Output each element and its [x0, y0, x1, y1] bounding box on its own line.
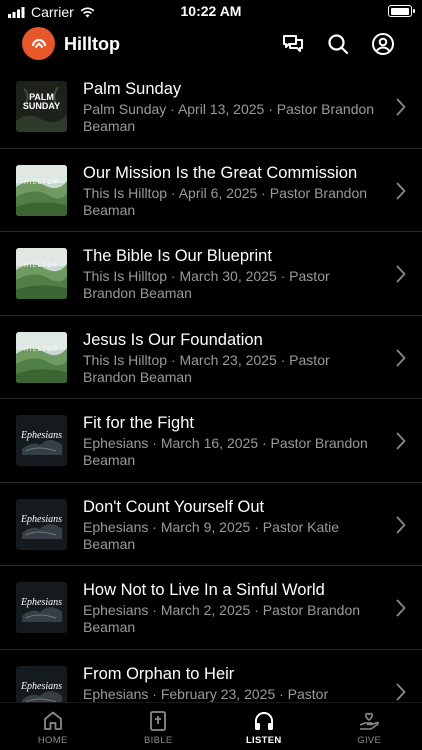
tab-bar: HOME BIBLE LISTEN GIVE	[0, 702, 422, 750]
chevron-right-icon	[396, 516, 406, 533]
bible-icon	[150, 711, 167, 731]
list-item[interactable]: PALM SUNDAY Palm Sunday Palm Sunday · Ap…	[0, 65, 422, 149]
tab-label: GIVE	[357, 735, 382, 746]
tab-give[interactable]: GIVE	[317, 703, 422, 750]
chevron-right-icon	[396, 265, 406, 283]
sermon-subtitle: This Is Hilltop · April 6, 2025 · Pastor…	[83, 184, 368, 218]
app-header: Hilltop	[0, 25, 422, 63]
sermon-title: Jesus Is Our Foundation	[83, 330, 263, 349]
sermon-title: Fit for the Fight	[83, 414, 194, 432]
chevron-right-icon	[396, 683, 406, 700]
sermon-title: The Bible Is Our Blueprint	[83, 247, 272, 265]
hilltop-logo-icon[interactable]	[22, 27, 55, 60]
sermon-artwork: PALM SUNDAY	[16, 81, 67, 132]
sermon-artwork: Ephesians	[16, 665, 67, 705]
sermon-title: How Not to Live In a Sinful World	[83, 581, 325, 599]
artwork-caption: Ephesians	[20, 597, 63, 608]
list-item[interactable]: Ephesians Don't Count Yourself Out Ephes…	[0, 483, 422, 566]
chevron-right-icon	[396, 98, 406, 116]
battery-icon	[388, 5, 415, 17]
list-item[interactable]: Ephesians How Not to Live In a Sinful Wo…	[0, 566, 422, 650]
artwork-caption: Ephesians	[20, 680, 63, 692]
sermon-subtitle: This Is Hilltop · March 23, 2025 · Pasto…	[83, 351, 330, 385]
sermon-artwork: Ephesians	[16, 582, 67, 633]
list-item[interactable]: Ephesians From Orphan to Heir Ephesians …	[0, 650, 422, 705]
list-item[interactable]: HILLTOP Our Mission Is the Great Commiss…	[0, 149, 422, 232]
tab-label: LISTEN	[245, 735, 282, 746]
sermon-subtitle: Ephesians · March 9, 2025 · Pastor Katie…	[83, 518, 340, 552]
tab-label: HOME	[37, 735, 68, 746]
chevron-right-icon	[396, 349, 406, 366]
home-icon	[43, 711, 62, 730]
tab-label: BIBLE	[144, 735, 173, 746]
search-icon[interactable]	[325, 31, 351, 57]
sermon-artwork: HILLTOP	[16, 248, 67, 299]
artwork-caption: HILLTOP	[24, 346, 59, 353]
chevron-right-icon	[396, 432, 406, 450]
tab-bible[interactable]: BIBLE	[106, 703, 212, 750]
artwork-caption: Ephesians	[20, 513, 63, 525]
list-item[interactable]: Ephesians Fit for the Fight Ephesians · …	[0, 399, 422, 483]
tab-home[interactable]: HOME	[0, 703, 106, 750]
artwork-caption: HILLTOP	[24, 263, 59, 269]
headphones-icon	[254, 712, 273, 730]
give-icon	[359, 712, 380, 730]
sermon-subtitle: Palm Sunday · April 13, 2025 · Pastor Br…	[83, 101, 375, 134]
chevron-right-icon	[396, 599, 406, 617]
artwork-caption: HILLTOP	[24, 179, 59, 186]
sermon-subtitle: Ephesians · March 2, 2025 · Pastor Brand…	[83, 602, 361, 635]
sermon-artwork: HILLTOP	[16, 164, 67, 216]
sermon-title: Palm Sunday	[83, 80, 182, 98]
chevron-right-icon	[396, 182, 406, 199]
chat-icon[interactable]	[280, 31, 306, 57]
sermon-artwork: Ephesians	[16, 498, 67, 550]
tab-listen[interactable]: LISTEN	[211, 703, 317, 750]
profile-icon[interactable]	[370, 31, 396, 57]
sermon-title: Don't Count Yourself Out	[83, 497, 265, 516]
sermon-artwork: HILLTOP	[16, 331, 67, 383]
list-item[interactable]: HILLTOP Jesus Is Our Foundation This Is …	[0, 316, 422, 399]
sermon-artwork: Ephesians	[16, 415, 67, 466]
sermon-subtitle: Ephesians · February 23, 2025 · Pastor	[83, 685, 329, 702]
sermon-subtitle: This Is Hilltop · March 30, 2025 · Pasto…	[83, 268, 330, 301]
artwork-caption: Ephesians	[20, 430, 63, 441]
sermon-title: Our Mission Is the Great Commission	[83, 163, 358, 182]
sermon-list: PALM SUNDAY Palm Sunday Palm Sunday · Ap…	[0, 65, 422, 705]
status-time: 10:22 AM	[180, 3, 242, 19]
status-bar: Carrier 10:22 AM	[0, 0, 422, 22]
artwork-caption: PALM SUNDAY	[22, 92, 61, 111]
app-title: Hilltop	[64, 34, 120, 54]
sermon-title: From Orphan to Heir	[83, 664, 235, 683]
list-item[interactable]: HILLTOP The Bible Is Our Blueprint This …	[0, 232, 422, 316]
sermon-subtitle: Ephesians · March 16, 2025 · Pastor Bran…	[83, 435, 368, 468]
